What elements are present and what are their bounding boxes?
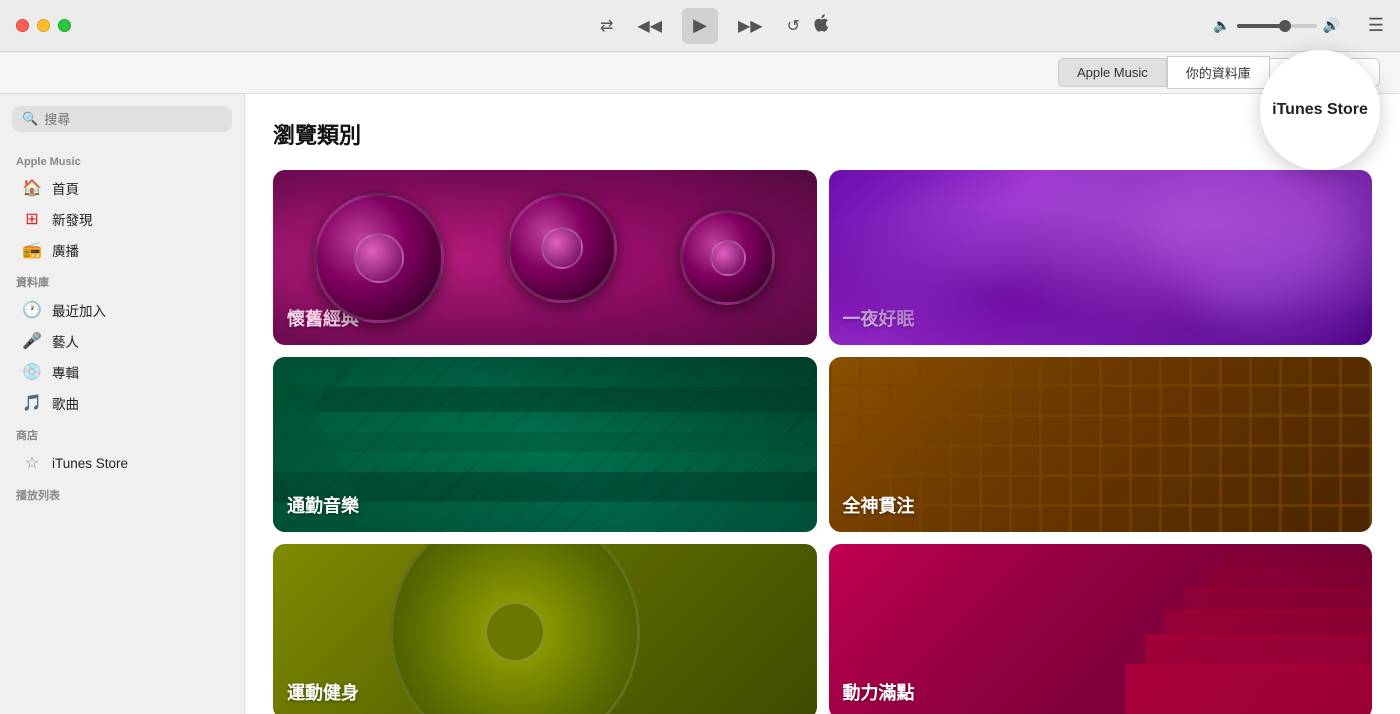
category-grid: 懷舊經典 一夜好眠 xyxy=(273,170,1372,714)
main-area: 🔍 Apple Music 🏠 首頁 ⊞ 新發現 📻 廣播 資料庫 🕐 最近加入… xyxy=(0,94,1400,714)
card-exercise-label: 運動健身 xyxy=(287,679,359,705)
card-focus-label: 全神貫注 xyxy=(843,492,915,518)
sidebar-item-itunes-store-label: iTunes Store xyxy=(52,456,128,471)
radio-icon: 📻 xyxy=(22,240,42,260)
volume-control[interactable]: 🔈 🔊 xyxy=(1213,17,1340,34)
volume-slider[interactable] xyxy=(1237,24,1317,28)
sidebar-item-albums[interactable]: 💿 專輯 xyxy=(6,357,238,387)
volume-high-icon: 🔊 xyxy=(1323,17,1340,34)
list-icon[interactable]: ☰ xyxy=(1368,15,1384,36)
songs-icon: 🎵 xyxy=(22,393,42,413)
content-area: 瀏覽類別 懷舊經典 xyxy=(245,94,1400,714)
search-bar[interactable]: 🔍 xyxy=(12,106,232,132)
sidebar-item-albums-label: 專輯 xyxy=(52,362,79,382)
shuffle-button[interactable]: ⇄ xyxy=(596,12,617,40)
sidebar-item-songs[interactable]: 🎵 歌曲 xyxy=(6,388,238,418)
card-energy-label: 動力滿點 xyxy=(843,679,915,705)
card-energy[interactable]: 動力滿點 xyxy=(829,544,1373,714)
library-section-label: 資料庫 xyxy=(0,266,244,294)
sidebar-item-discover-label: 新發現 xyxy=(52,209,93,229)
card-focus[interactable]: 全神貫注 xyxy=(829,357,1373,532)
speakers-decoration xyxy=(273,170,817,345)
smoke-2 xyxy=(859,200,1009,320)
recent-icon: 🕐 xyxy=(22,300,42,320)
search-icon: 🔍 xyxy=(22,111,38,127)
card-commute[interactable]: 通勤音樂 xyxy=(273,357,817,532)
play-button[interactable]: ▶ xyxy=(682,8,718,44)
maximize-button[interactable] xyxy=(58,19,71,32)
itunes-store-bubble[interactable]: iTunes Store xyxy=(1260,50,1380,170)
toolbar-controls: ⇄ ◀◀ ▶ ▶▶ ↺ xyxy=(596,8,804,44)
sidebar-item-radio-label: 廣播 xyxy=(52,240,79,260)
speaker-center xyxy=(507,193,617,303)
store-section-label: 商店 xyxy=(0,419,244,447)
apple-logo-icon xyxy=(811,12,829,39)
search-input[interactable] xyxy=(44,112,222,127)
browse-title: 瀏覽類別 xyxy=(273,118,1372,150)
sidebar-item-songs-label: 歌曲 xyxy=(52,393,79,413)
artists-icon: 🎤 xyxy=(22,331,42,351)
sidebar-item-recent[interactable]: 🕐 最近加入 xyxy=(6,295,238,325)
playlist-section-label: 播放列表 xyxy=(0,479,244,507)
speaker-right xyxy=(680,210,775,305)
card-exercise[interactable]: 運動健身 xyxy=(273,544,817,714)
forward-button[interactable]: ▶▶ xyxy=(734,12,767,40)
rewind-button[interactable]: ◀◀ xyxy=(633,12,666,40)
sidebar-item-discover[interactable]: ⊞ 新發現 xyxy=(6,204,238,234)
tab-apple-music[interactable]: Apple Music xyxy=(1058,58,1167,87)
volume-thumb xyxy=(1279,20,1291,32)
home-icon: 🏠 xyxy=(22,178,42,198)
sidebar-item-home[interactable]: 🏠 首頁 xyxy=(6,173,238,203)
smoke-3 xyxy=(1202,220,1372,345)
minimize-button[interactable] xyxy=(37,19,50,32)
sidebar-item-recent-label: 最近加入 xyxy=(52,300,106,320)
titlebar: ⇄ ◀◀ ▶ ▶▶ ↺ 🔈 🔊 ☰ xyxy=(0,0,1400,52)
tabbar: Apple Music 你的資料庫 iTunes Store xyxy=(0,52,1400,94)
apple-music-section-label: Apple Music xyxy=(0,148,244,172)
close-button[interactable] xyxy=(16,19,29,32)
sidebar-item-artists-label: 藝人 xyxy=(52,331,79,351)
star-icon: ☆ xyxy=(22,453,42,473)
speaker-left xyxy=(314,193,444,323)
discover-icon: ⊞ xyxy=(22,209,42,229)
albums-icon: 💿 xyxy=(22,362,42,382)
card-sleep[interactable]: 一夜好眠 xyxy=(829,170,1373,345)
traffic-lights xyxy=(16,19,71,32)
sidebar-item-artists[interactable]: 🎤 藝人 xyxy=(6,326,238,356)
card-commute-label: 通勤音樂 xyxy=(287,492,359,518)
sidebar: 🔍 Apple Music 🏠 首頁 ⊞ 新發現 📻 廣播 資料庫 🕐 最近加入… xyxy=(0,94,245,714)
volume-low-icon: 🔈 xyxy=(1213,17,1230,34)
card-classic[interactable]: 懷舊經典 xyxy=(273,170,817,345)
sidebar-item-home-label: 首頁 xyxy=(52,178,79,198)
sidebar-item-itunes-store[interactable]: ☆ iTunes Store xyxy=(6,448,238,478)
tab-library[interactable]: 你的資料庫 xyxy=(1167,56,1270,89)
repeat-button[interactable]: ↺ xyxy=(783,12,804,40)
sidebar-item-radio[interactable]: 📻 廣播 xyxy=(6,235,238,265)
